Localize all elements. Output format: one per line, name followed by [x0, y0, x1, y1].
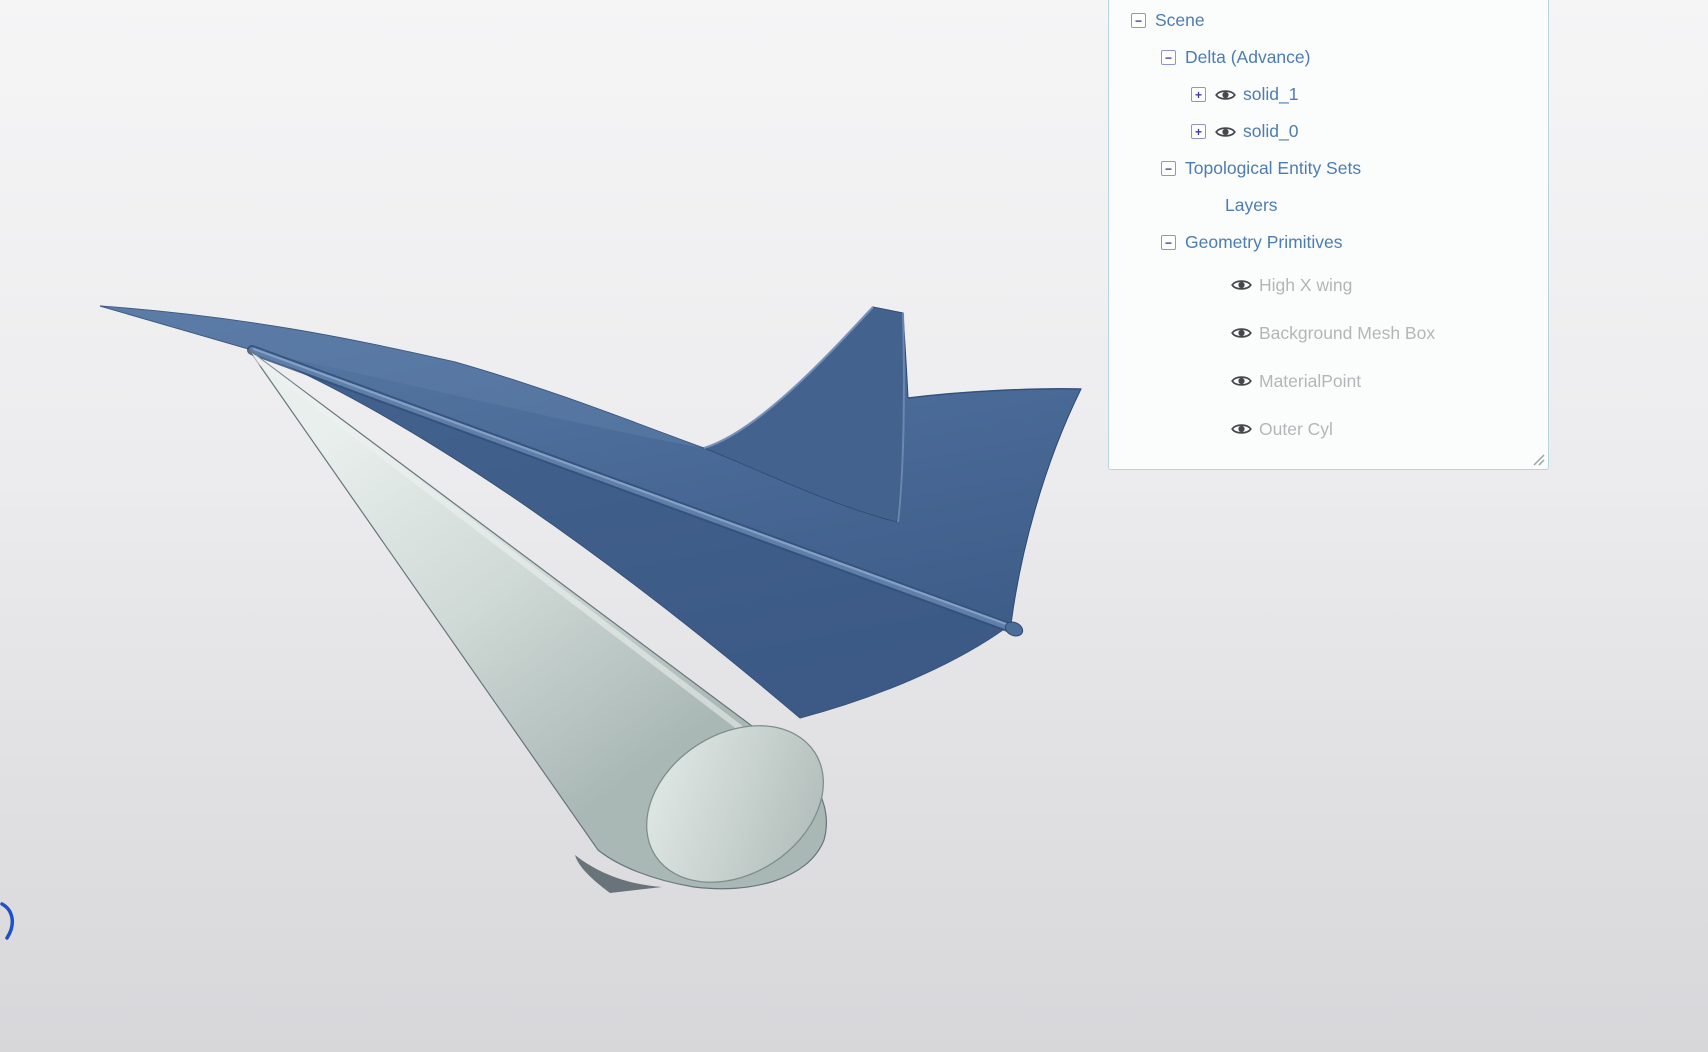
collapse-icon[interactable]: −: [1161, 50, 1176, 65]
tree-item-solid-1[interactable]: + solid_1: [1109, 76, 1548, 113]
tree-item-layers[interactable]: Layers: [1109, 187, 1548, 224]
tree-item-outer-cyl[interactable]: Outer Cyl: [1109, 405, 1548, 453]
scene-tree: − Scene − Delta (Advance) + solid_1 + solid_0− T…: [1109, 0, 1548, 453]
collapse-icon[interactable]: −: [1131, 13, 1146, 28]
resize-grip-icon: [1533, 454, 1545, 466]
tree-item-label[interactable]: Outer Cyl: [1259, 419, 1333, 440]
tree-item-solid-0[interactable]: + solid_0: [1109, 113, 1548, 150]
tree-item-materialpoint[interactable]: MaterialPoint: [1109, 357, 1548, 405]
tree-item-topological-entity-sets[interactable]: − Topological Entity Sets: [1109, 150, 1548, 187]
scene-tree-panel: − Scene − Delta (Advance) + solid_1 + solid_0− T…: [1108, 0, 1549, 470]
application-window: − Scene − Delta (Advance) + solid_1 + solid_0− T…: [0, 0, 1708, 1052]
tree-item-label[interactable]: Background Mesh Box: [1259, 323, 1435, 344]
collapse-icon[interactable]: −: [1161, 161, 1176, 176]
tree-item-label[interactable]: High X wing: [1259, 275, 1352, 296]
tree-item-label[interactable]: MaterialPoint: [1259, 371, 1361, 392]
visibility-eye-icon[interactable]: [1231, 422, 1252, 436]
tree-item-label[interactable]: solid_1: [1243, 84, 1298, 105]
tree-item-background-mesh-box[interactable]: Background Mesh Box: [1109, 309, 1548, 357]
collapse-icon[interactable]: −: [1161, 235, 1176, 250]
panel-resize-handle[interactable]: [1530, 451, 1546, 467]
tree-item-label[interactable]: Scene: [1155, 10, 1205, 31]
tree-item-label[interactable]: Topological Entity Sets: [1185, 158, 1361, 179]
corner-blue-mark: [0, 902, 15, 940]
tree-item-label[interactable]: Delta (Advance): [1185, 47, 1310, 68]
expand-icon[interactable]: +: [1191, 124, 1206, 139]
tree-item-scene[interactable]: − Scene: [1109, 2, 1548, 39]
tree-item-label[interactable]: solid_0: [1243, 121, 1298, 142]
visibility-eye-icon[interactable]: [1215, 88, 1236, 102]
tree-item-delta-advance[interactable]: − Delta (Advance): [1109, 39, 1548, 76]
visibility-eye-icon[interactable]: [1231, 326, 1252, 340]
visibility-eye-icon[interactable]: [1215, 125, 1236, 139]
tree-item-label[interactable]: Layers: [1225, 195, 1278, 216]
expand-icon[interactable]: +: [1191, 87, 1206, 102]
tree-item-label[interactable]: Geometry Primitives: [1185, 232, 1343, 253]
delta-wing-model: [99, 305, 1082, 893]
tree-item-geometry-primitives[interactable]: − Geometry Primitives: [1109, 224, 1548, 261]
visibility-eye-icon[interactable]: [1231, 278, 1252, 292]
visibility-eye-icon[interactable]: [1231, 374, 1252, 388]
tree-item-high-x-wing[interactable]: High X wing: [1109, 261, 1548, 309]
